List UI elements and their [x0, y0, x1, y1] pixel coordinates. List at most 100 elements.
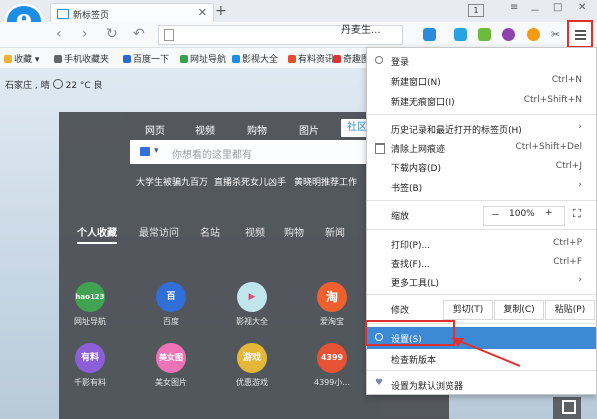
tab-close-icon[interactable]: ✕	[198, 6, 207, 19]
sun-icon	[52, 79, 63, 89]
menu-new-incognito[interactable]: 新建无痕窗口(I) Ctrl+Shift+N	[367, 90, 596, 112]
zoom-out-button[interactable]: －	[491, 208, 500, 221]
window-close-icon[interactable]: ✕	[578, 2, 586, 13]
coupon-icon[interactable]	[527, 28, 540, 41]
search-tab-video[interactable]: 视频	[195, 122, 215, 137]
zoom-in-button[interactable]: +	[545, 208, 553, 218]
search-tab-images[interactable]: 图片	[299, 122, 319, 137]
green-extension-icon[interactable]	[478, 28, 491, 41]
menu-login[interactable]: 登录	[367, 50, 596, 72]
chevron-right-icon: ›	[578, 122, 582, 132]
menu-new-window[interactable]: 新建窗口(N) Ctrl+N	[367, 70, 596, 92]
main-menu-button[interactable]	[567, 20, 593, 48]
refresh-icon[interactable]: ↻	[106, 26, 118, 42]
bookmark-nav[interactable]: 网址导航	[180, 52, 226, 65]
content-tab-frequent[interactable]: 最常访问	[139, 224, 179, 239]
menu-divider	[367, 200, 596, 201]
nav-icon	[180, 55, 188, 63]
content-tab-famous[interactable]: 名站	[200, 224, 220, 239]
menu-divider	[367, 370, 596, 371]
hot-search-1[interactable]: 大学生被骗九百万	[136, 175, 208, 188]
engine-dropdown-icon[interactable]: ▾	[154, 146, 159, 156]
page-count-badge[interactable]: 1	[468, 4, 484, 17]
window-menu-icon[interactable]: ≡	[510, 2, 518, 13]
search-engine-box[interactable]: 丹麦生...	[327, 22, 433, 40]
menu-check-version[interactable]: 检查新版本	[367, 348, 596, 370]
menu-divider	[367, 294, 596, 295]
hao123-icon: hao123	[75, 282, 105, 312]
menu-bar-3	[575, 38, 586, 40]
tile-baidu[interactable]: 百 百度	[143, 282, 199, 327]
menu-bookmarks[interactable]: 书签(B) ›	[367, 176, 596, 198]
content-tab-video[interactable]: 视频	[245, 224, 265, 239]
baidu-icon	[123, 55, 131, 63]
undo-icon[interactable]: ↶	[133, 26, 145, 42]
tile-taobao[interactable]: 淘 爱淘宝	[304, 282, 360, 327]
gift-icon	[562, 400, 576, 414]
star-icon	[4, 55, 12, 63]
scissors-icon[interactable]: ✂	[551, 28, 564, 41]
fullscreen-icon[interactable]: ⛶	[573, 207, 581, 221]
baidu-icon: 百	[156, 282, 186, 312]
games-icon: 游戏	[237, 343, 267, 373]
bookmark-video[interactable]: 影视大全	[232, 52, 278, 65]
hot-search-2[interactable]: 直播杀死女儿凶手	[214, 175, 286, 188]
menu-bar-1	[575, 30, 586, 32]
tile-video[interactable]: ▶ 影视大全	[224, 282, 280, 327]
bookmark-fun[interactable]: 奇趣图	[333, 52, 370, 65]
cut-button[interactable]: 剪切(T)	[443, 300, 493, 320]
tile-beauty[interactable]: 美女图 美女图片	[143, 343, 199, 388]
search-tab-shopping[interactable]: 购物	[247, 122, 267, 137]
search-tab-web[interactable]: 网页	[145, 122, 165, 137]
menu-downloads[interactable]: 下载内容(D) Ctrl+J	[367, 156, 596, 178]
content-tab-favorites[interactable]: 个人收藏	[77, 224, 117, 244]
user-icon	[375, 56, 383, 64]
back-icon[interactable]: ‹	[56, 26, 62, 42]
content-tab-news[interactable]: 新闻	[325, 224, 345, 239]
gift-button[interactable]	[553, 397, 581, 419]
video-icon	[232, 55, 240, 63]
bookmark-news[interactable]: 有料资讯	[288, 52, 334, 65]
weather-widget[interactable]: 石家庄 , 晴 22 °C 良	[5, 78, 103, 91]
maximize-icon[interactable]: □	[553, 2, 562, 13]
game-icon[interactable]	[502, 28, 515, 41]
menu-more-tools[interactable]: 更多工具(L) ›	[367, 271, 596, 293]
chevron-right-icon: ›	[578, 180, 582, 190]
apps-icon[interactable]	[423, 28, 436, 41]
bookmark-baidu[interactable]: 百度一下	[123, 52, 169, 65]
fun-icon	[333, 55, 341, 63]
paste-button[interactable]: 粘贴(P)	[545, 300, 595, 320]
tab-new-tab[interactable]: 新标签页 ✕	[50, 3, 214, 23]
chevron-right-icon: ›	[578, 275, 582, 285]
tile-games[interactable]: 游戏 优惠游戏	[224, 343, 280, 388]
content-tab-shopping[interactable]: 购物	[284, 224, 304, 239]
minimize-icon[interactable]: －	[530, 2, 540, 17]
settings-highlight-box	[365, 320, 455, 346]
baidu-paw-icon	[140, 147, 150, 156]
tile-youliao[interactable]: 有料 千影有料	[62, 343, 118, 388]
folder-icon	[54, 55, 62, 63]
trash-icon	[375, 143, 385, 154]
document-icon	[164, 29, 174, 41]
copy-button[interactable]: 复制(C)	[494, 300, 544, 320]
menu-default-browser[interactable]: ♥ 设置为默认浏览器	[367, 374, 596, 396]
search-placeholder: 你想看的这里都有	[172, 150, 252, 161]
tile-4399[interactable]: 4399 4399小...	[304, 343, 360, 388]
taobao-icon: 淘	[317, 282, 347, 312]
extension-icon[interactable]	[454, 28, 467, 41]
hot-search-3[interactable]: 黄晓明推荐工作	[294, 175, 357, 188]
4399-icon: 4399	[317, 343, 347, 373]
menu-divider	[367, 229, 596, 230]
heart-icon: ♥	[375, 378, 384, 388]
tab-page-icon	[57, 9, 69, 19]
news-icon	[288, 55, 296, 63]
bookmark-favorites[interactable]: 收藏 ▾	[4, 52, 39, 65]
search-tabs: 网页 视频 购物 图片	[139, 122, 369, 137]
tab-title: 新标签页	[73, 11, 110, 21]
bookmark-mobile[interactable]: 手机收藏夹	[54, 52, 109, 65]
tile-hao123[interactable]: hao123 网址导航	[62, 282, 118, 327]
new-tab-button[interactable]: +	[215, 3, 227, 19]
youliao-icon: 有料	[75, 343, 105, 373]
menu-divider	[367, 114, 596, 115]
forward-icon[interactable]: ›	[82, 26, 88, 42]
